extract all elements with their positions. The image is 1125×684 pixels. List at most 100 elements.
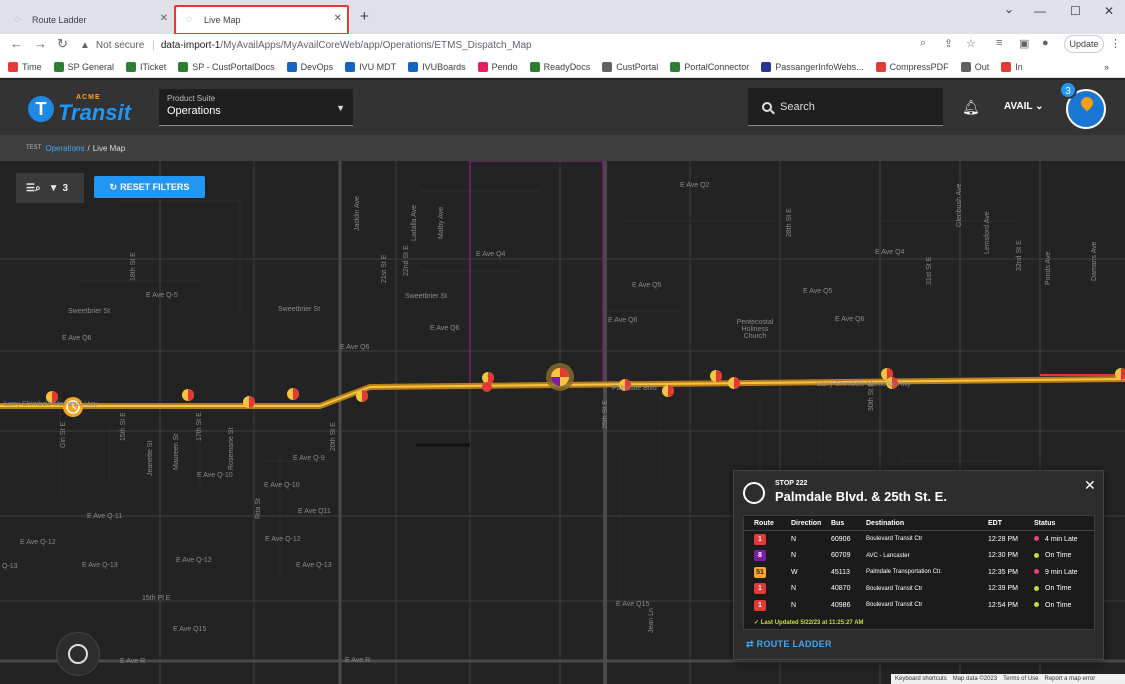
- bookmark-icon: [53, 61, 64, 72]
- street-label: E Ave Q-10: [264, 482, 300, 489]
- reload-icon[interactable]: ↻: [57, 36, 68, 52]
- url-host: data-import-1: [160, 39, 221, 51]
- map-pin-icon: [1078, 94, 1096, 112]
- street-label: E Ave R: [120, 658, 146, 665]
- street-label: Palmdale Blvd: [612, 385, 657, 392]
- product-suite-select[interactable]: Product Suite Operations ▼: [159, 89, 353, 126]
- street-label: E Ave Q4: [875, 249, 905, 256]
- stop-markers: [46, 368, 1125, 408]
- street-label: E Ave R: [345, 657, 371, 664]
- search-icon: [762, 101, 772, 112]
- check-icon: ✓: [754, 620, 760, 626]
- reading-list-icon[interactable]: ≡: [996, 37, 1002, 49]
- street-label: E Ave Q-12: [265, 536, 301, 543]
- acme-transit-logo[interactable]: T ACME Transit: [28, 94, 138, 128]
- edt-cell: 12:39 PM: [988, 585, 1018, 593]
- table-row[interactable]: 1 N 40986 Boulevard Transit Ctr 12:54 PM…: [744, 597, 1094, 614]
- environment-label: TEST: [26, 145, 42, 151]
- bookmark-custportal[interactable]: CustPortal: [602, 61, 658, 72]
- share-icon[interactable]: ⇪: [944, 37, 953, 50]
- reset-icon: ↻: [109, 181, 118, 192]
- street-label: Glenbush Ave: [956, 183, 963, 227]
- bookmark-portalconnector[interactable]: PortalConnector: [670, 61, 749, 72]
- bookmark-devops[interactable]: DevOps: [286, 61, 333, 72]
- bus-cell: 40986: [831, 601, 851, 609]
- update-button[interactable]: Update: [1064, 35, 1104, 53]
- terms-link[interactable]: Terms of Use: [1003, 676, 1038, 682]
- bookmark-passangerinfo[interactable]: PassangerInfoWebs...: [761, 61, 864, 72]
- street-label: E Ave Q-11: [87, 513, 123, 520]
- menu-kebab-icon[interactable]: ⋮: [1110, 37, 1121, 50]
- bookmark-sp-general[interactable]: SP General: [53, 61, 114, 72]
- filter-icon[interactable]: ▼: [49, 183, 59, 194]
- side-panel-icon[interactable]: ▣: [1019, 37, 1029, 50]
- back-icon[interactable]: ←: [10, 36, 23, 51]
- reset-filters-button[interactable]: ↻ RESET FILTERS: [94, 176, 205, 198]
- table-row[interactable]: 51 W 45113 Palmdale Transportation Ctr. …: [744, 564, 1094, 581]
- keyboard-shortcuts-link[interactable]: Keyboard shortcuts: [895, 676, 947, 682]
- minimize-icon[interactable]: —: [1034, 4, 1046, 18]
- table-row[interactable]: 1 N 40870 Boulevard Transit Ctr 12:39 PM…: [744, 581, 1094, 598]
- street-label: 32nd St E: [1016, 240, 1023, 271]
- breadcrumb-operations[interactable]: Operations: [45, 144, 84, 153]
- destination-cell: Palmdale Transportation Ctr.: [866, 569, 943, 576]
- street-label: Jeanette St: [147, 440, 154, 476]
- profile-icon[interactable]: ●: [1042, 37, 1049, 49]
- bookmark-label: Pendo: [491, 61, 518, 72]
- street-label: Q-13: [2, 563, 18, 570]
- breadcrumb-current: Live Map: [92, 143, 126, 153]
- bookmark-sp-custportaldocs[interactable]: SP - CustPortalDocs: [178, 61, 275, 72]
- direction-cell: N: [791, 535, 797, 543]
- bus-cell: 60906: [831, 535, 851, 543]
- bookmark-ivu-mdt[interactable]: IVU MDT: [345, 61, 396, 72]
- bookmark-icon: [408, 61, 419, 72]
- bookmark-readydocs[interactable]: ReadyDocs: [529, 61, 590, 72]
- stop-popup: STOP 222 Palmdale Blvd. & 25th St. E. ✕ …: [733, 470, 1104, 660]
- route-ladder-link[interactable]: ⇄ ROUTE LADDER: [746, 639, 832, 650]
- map-tools: ☰⌕ ▼ 3: [16, 173, 84, 203]
- more-bookmarks-icon[interactable]: »: [1104, 62, 1109, 72]
- bookmark-icon: [960, 61, 971, 72]
- street-label: 25th St E: [602, 400, 609, 429]
- close-window-icon[interactable]: ✕: [1104, 4, 1114, 18]
- close-icon[interactable]: ✕: [1084, 477, 1096, 494]
- table-row[interactable]: 1 N 60906 Boulevard Transit Ctr 12:28 PM…: [744, 531, 1094, 548]
- last-updated: ✓ Last Updated 5/22/23 at 11:25:27 AM: [754, 619, 864, 626]
- street-label: Sweetbrier St: [405, 293, 448, 300]
- bookmark-compresspdf[interactable]: CompressPDF: [875, 61, 949, 72]
- bell-icon[interactable]: 🔔︎: [962, 99, 980, 116]
- report-error-link[interactable]: Report a map error: [1045, 676, 1096, 682]
- list-search-icon[interactable]: ☰⌕: [26, 183, 41, 194]
- tab-route-ladder[interactable]: ◌ Route Ladder ✕: [4, 5, 176, 34]
- user-menu-button[interactable]: AVAIL ⌄: [1004, 101, 1044, 112]
- street-label: E Ave Q5: [632, 282, 662, 289]
- zoom-icon[interactable]: ⌕: [920, 37, 926, 50]
- street-label: 18th St E: [130, 252, 137, 281]
- bookmark-time[interactable]: Time: [8, 61, 42, 72]
- bookmark-ivuboards[interactable]: IVUBoards: [408, 61, 466, 72]
- table-row[interactable]: 8 N 60709 AVC - Lancaster 12:30 PM On Ti…: [744, 548, 1094, 565]
- street-label: E Ave Q6: [62, 335, 92, 342]
- star-icon[interactable]: ☆: [966, 37, 976, 50]
- bookmark-in[interactable]: In: [1001, 61, 1023, 72]
- bookmark-label: IVUBoards: [422, 61, 466, 72]
- bookmark-pendo[interactable]: Pendo: [477, 61, 518, 72]
- forward-icon[interactable]: →: [34, 36, 47, 51]
- map-data-text: Map data ©2023: [952, 676, 998, 682]
- status-dot: [1034, 602, 1039, 608]
- url-input[interactable]: ▲ Not secure | data-import-1 /MyAvailApp…: [80, 36, 906, 54]
- edt-cell: 12:28 PM: [988, 535, 1018, 543]
- filter-count: 3: [62, 182, 69, 194]
- bookmark-label: In: [1015, 61, 1023, 72]
- bookmark-out[interactable]: Out: [960, 61, 989, 72]
- bookmark-iticket[interactable]: ITicket: [126, 61, 166, 72]
- search-input[interactable]: Search: [748, 88, 943, 126]
- new-tab-button[interactable]: +: [360, 8, 369, 25]
- map-layers-button[interactable]: [56, 632, 100, 676]
- column-header: Destination: [866, 519, 905, 527]
- tab-search-chevron-icon[interactable]: ⌄: [1004, 2, 1014, 16]
- bookmark-label: Time: [22, 61, 42, 72]
- street-label: E Ave Q6: [340, 344, 370, 351]
- maximize-icon[interactable]: ☐: [1070, 4, 1081, 18]
- close-tab-icon[interactable]: ✕: [160, 13, 168, 24]
